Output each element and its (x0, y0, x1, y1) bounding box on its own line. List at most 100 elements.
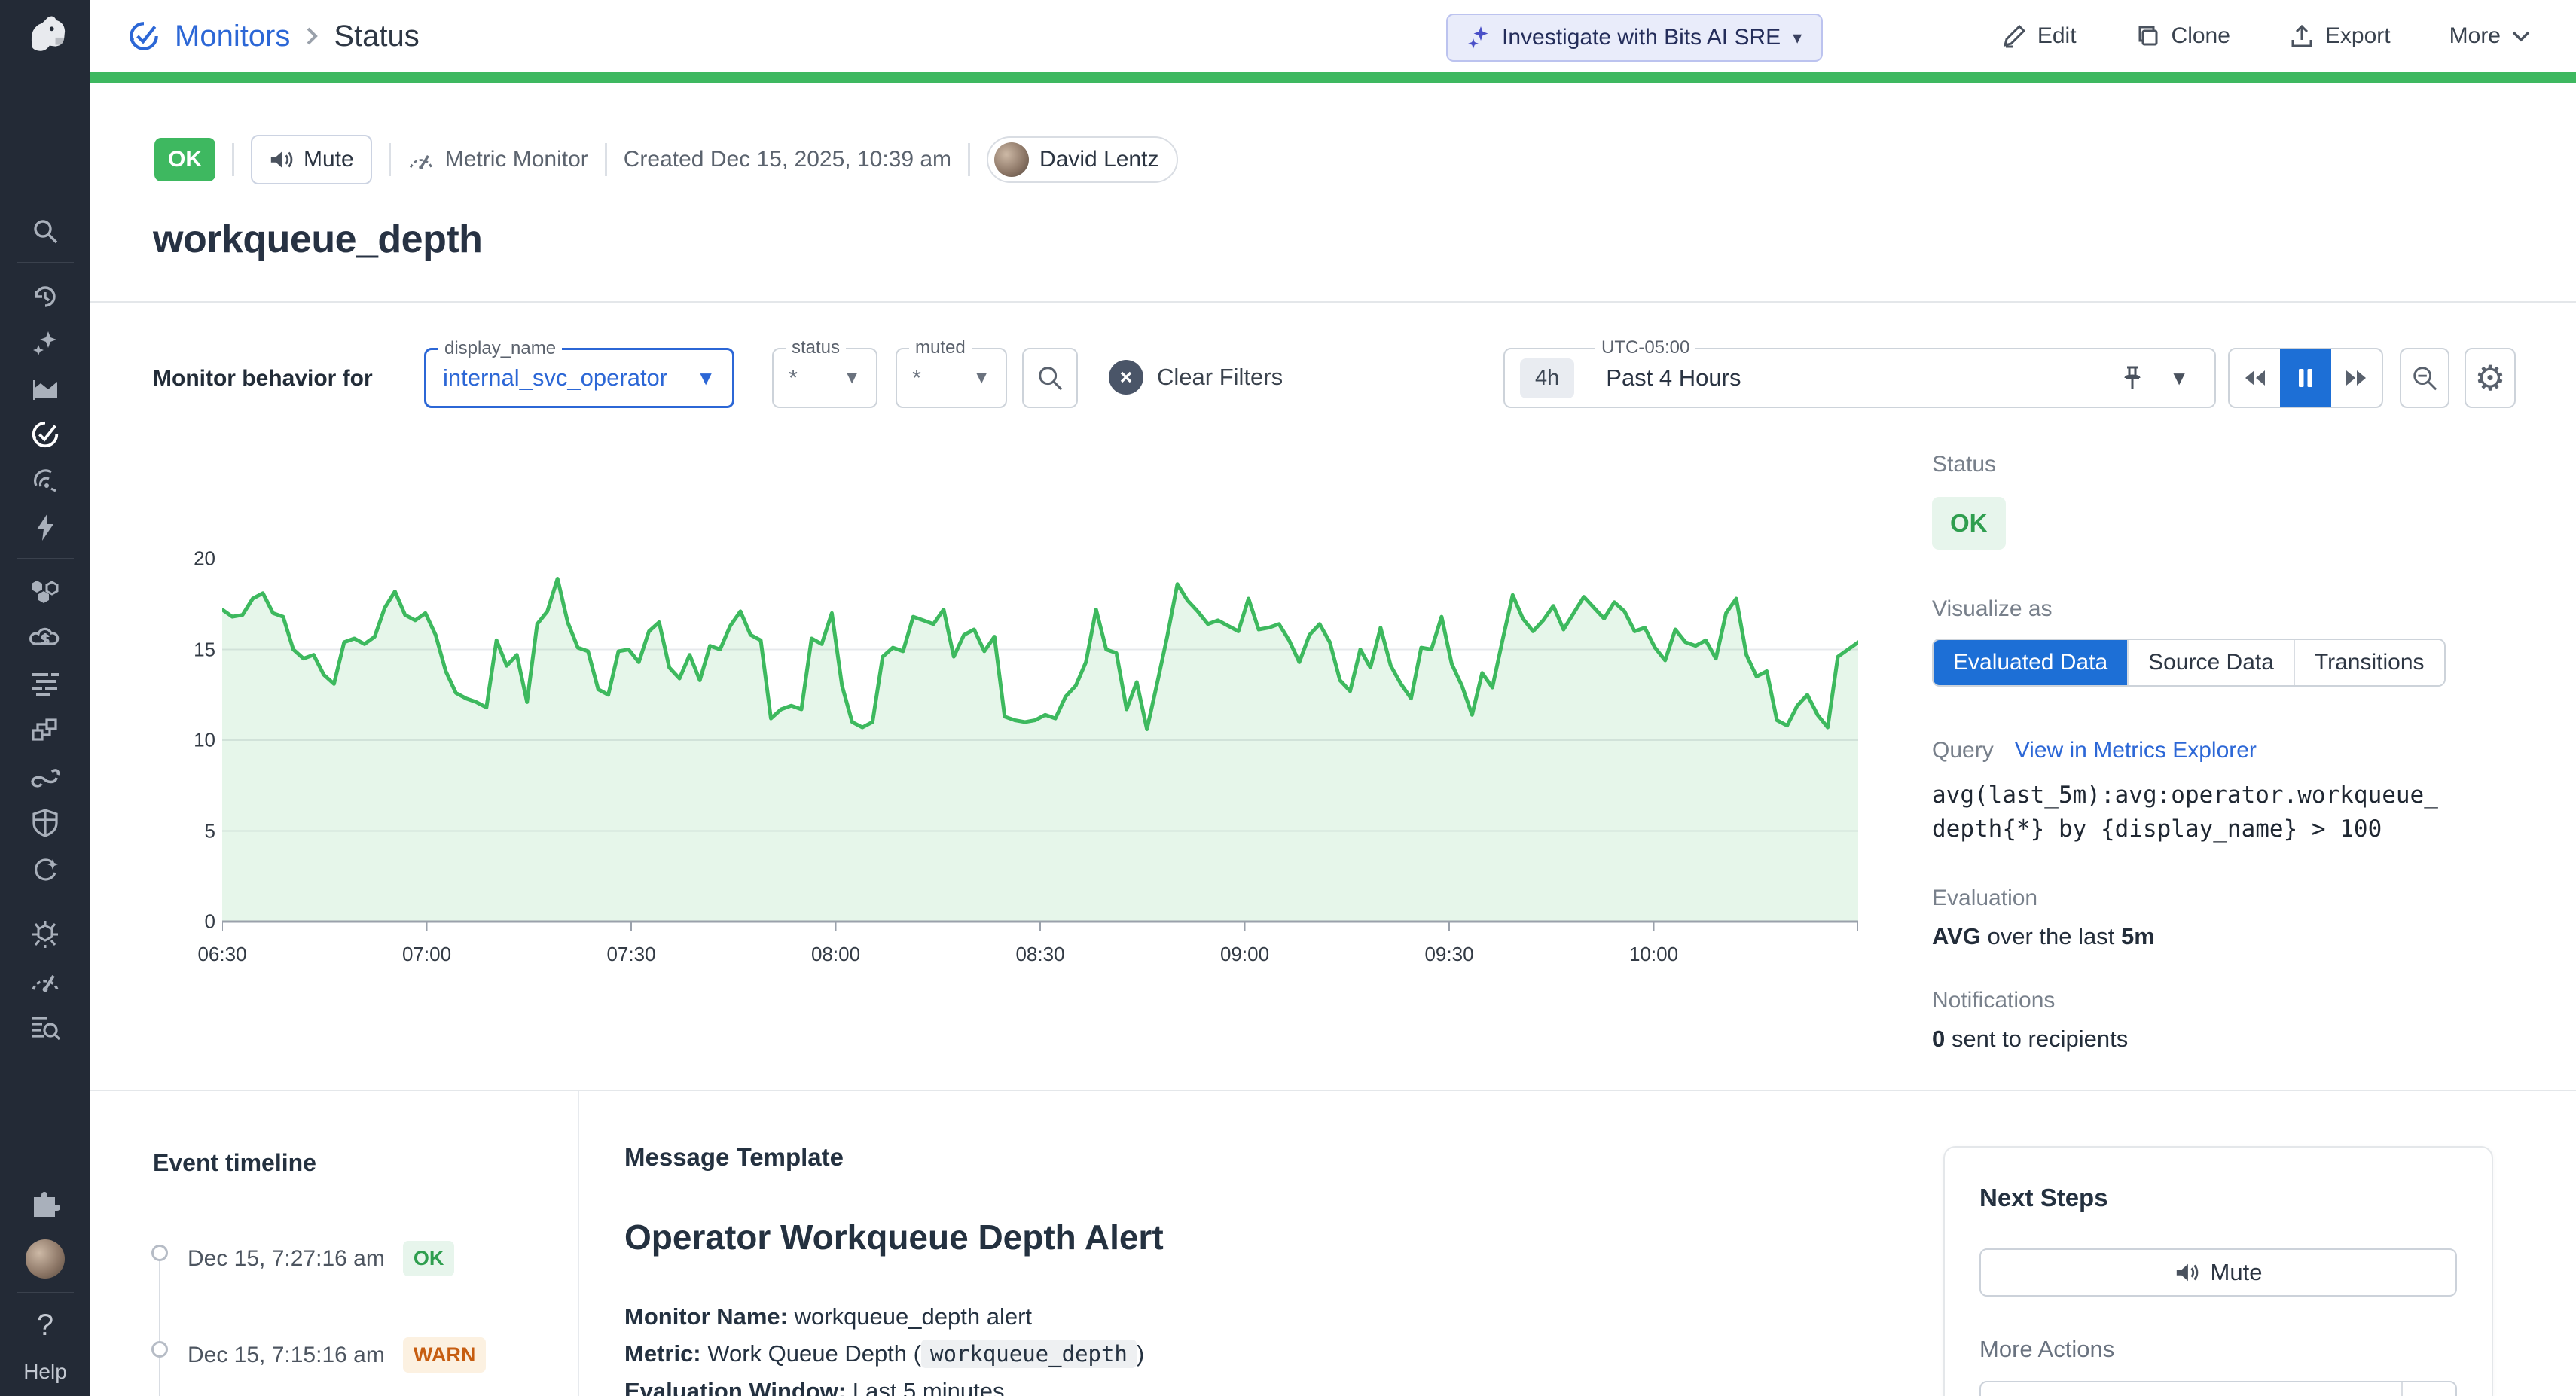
cloud-cost-icon[interactable] (29, 621, 62, 654)
bits-ai-sparkles-icon[interactable] (29, 327, 62, 360)
gauge-icon (407, 148, 435, 172)
section-divider (90, 301, 2576, 303)
log-explorer-icon[interactable] (29, 1010, 62, 1044)
metric-code: workqueue_depth (921, 1340, 1137, 1368)
tab-source-data[interactable]: Source Data (2127, 640, 2294, 685)
display-name-select[interactable]: display_name internal_svc_operator ▼ (424, 348, 734, 408)
metrics-icon[interactable] (29, 373, 62, 406)
y-tick-label: 15 (194, 638, 215, 661)
timeline-event[interactable]: Dec 15, 7:27:16 am OK (188, 1241, 454, 1276)
sidebar-divider (17, 262, 74, 263)
timeline-event[interactable]: Dec 15, 7:15:16 am WARN (188, 1337, 486, 1373)
divider (605, 143, 607, 176)
backward-button[interactable] (2230, 349, 2280, 407)
caret-down-icon[interactable]: ▼ (2169, 367, 2189, 390)
infrastructure-icon[interactable] (29, 575, 62, 608)
help-icon[interactable]: ? (0, 1309, 90, 1343)
monitor-chart[interactable] (222, 559, 1858, 937)
chart-x-axis: 06:3007:0007:3008:0008:3009:0009:3010:00 (222, 934, 1858, 964)
investigate-with-bits-ai-button[interactable]: Investigate with Bits AI SRE ▾ (1446, 14, 1823, 62)
breadcrumb-status: Status (334, 20, 419, 53)
x-tick-label: 09:00 (1220, 934, 1269, 966)
event-status-badge: OK (403, 1241, 455, 1276)
timeline-line (159, 1253, 160, 1396)
created-date: Created Dec 15, 2025, 10:39 am (624, 147, 951, 172)
divider (968, 143, 970, 176)
caret-down-icon[interactable]: ▼ (2401, 1382, 2455, 1396)
status-filter-select[interactable]: status * ▼ (772, 348, 877, 408)
duration-chip[interactable]: 4h (1520, 358, 1574, 398)
monitor-name-row: Monitor Name: workqueue_depth alert (624, 1298, 1845, 1335)
x-tick-label: 09:30 (1424, 934, 1473, 966)
sparkle-icon (1467, 25, 1490, 50)
user-avatar[interactable] (26, 1239, 65, 1279)
watchdog-icon[interactable] (29, 465, 62, 498)
integrations-puzzle-icon[interactable] (29, 1187, 62, 1220)
export-button[interactable]: Export (2289, 23, 2391, 49)
tab-transitions[interactable]: Transitions (2294, 640, 2444, 685)
status-value-badge: OK (1932, 497, 2006, 550)
zoom-out-button[interactable] (2400, 348, 2449, 408)
muted-filter-select[interactable]: muted * ▼ (896, 348, 1007, 408)
copy-icon (2135, 23, 2161, 49)
speaker-icon (2175, 1261, 2199, 1284)
monitor-title: workqueue_depth (153, 217, 482, 262)
pin-icon[interactable] (2121, 364, 2144, 393)
top-actions: Edit Clone Export More (2001, 0, 2531, 72)
sidebar-divider (17, 1292, 74, 1293)
logs-icon[interactable] (29, 667, 62, 700)
caret-down-icon: ▼ (696, 367, 716, 390)
settings-button[interactable]: ⚙ (2465, 348, 2516, 408)
caret-down-icon: ▼ (843, 367, 861, 389)
next-steps-card: Next Steps Mute More Actions Declare Inc… (1943, 1146, 2493, 1396)
clone-button[interactable]: Clone (2135, 23, 2230, 49)
apm-icon[interactable] (29, 714, 62, 747)
mute-button[interactable]: Mute (251, 135, 372, 184)
monitor-details-panel: Status OK Visualize as Evaluated Data So… (1932, 452, 2527, 1053)
help-label[interactable]: Help (0, 1360, 90, 1384)
search-icon[interactable] (29, 215, 62, 248)
more-button[interactable]: More (2449, 23, 2531, 49)
event-timeline-title: Event timeline (153, 1149, 316, 1177)
declare-incident-button[interactable]: Declare Incident ▼ (1979, 1381, 2457, 1396)
alert-heading: Operator Workqueue Depth Alert (624, 1217, 1845, 1257)
clear-filters-button[interactable]: Clear Filters (1109, 360, 1283, 395)
section-divider (90, 1090, 2576, 1091)
x-tick-label: 08:00 (811, 934, 860, 966)
monitor-type: Metric Monitor (407, 147, 588, 172)
speaker-icon (269, 148, 293, 171)
datadog-logo[interactable] (0, 0, 90, 72)
edit-button[interactable]: Edit (2001, 23, 2077, 49)
event-time: Dec 15, 7:27:16 am (188, 1246, 385, 1272)
recent-history-icon[interactable] (29, 280, 62, 313)
metrics-explorer-link[interactable]: View in Metrics Explorer (2015, 738, 2257, 764)
service-management-icon[interactable] (29, 853, 62, 886)
timeline-dot (151, 1245, 168, 1261)
export-icon (2289, 23, 2315, 49)
pause-button[interactable] (2280, 349, 2330, 407)
sidebar-divider (17, 558, 74, 559)
filter-search-button[interactable] (1022, 348, 1078, 408)
ci-pipelines-icon[interactable] (29, 760, 62, 794)
metric-row: Metric: Work Queue Depth (workqueue_dept… (624, 1335, 1845, 1373)
metric-monitors-gauge-icon[interactable] (29, 964, 62, 997)
monitors-icon[interactable] (29, 418, 62, 451)
status-green-bar (90, 72, 2576, 83)
message-template-section: Message Template Operator Workqueue Dept… (624, 1143, 1845, 1396)
tab-evaluated-data[interactable]: Evaluated Data (1934, 640, 2127, 685)
monitors-breadcrumb-icon (127, 19, 161, 53)
security-icon[interactable] (29, 806, 62, 840)
mute-action-button[interactable]: Mute (1979, 1248, 2457, 1297)
quick-actions-bolt-icon[interactable] (29, 511, 62, 544)
evaluation-label: Evaluation (1932, 885, 2527, 911)
time-range-select[interactable]: UTC-05:00 4h Past 4 Hours ▼ (1503, 348, 2216, 408)
error-tracking-icon[interactable] (29, 918, 62, 951)
monitor-meta-row: OK Mute Metric Monitor Created Dec 15, 2… (154, 134, 1178, 185)
status-filter-legend: status (786, 337, 846, 358)
author-pill[interactable]: David Lentz (987, 136, 1178, 183)
more-actions-label: More Actions (1979, 1336, 2457, 1363)
chevron-down-icon (2511, 29, 2531, 43)
display-name-legend: display_name (438, 338, 562, 359)
forward-button[interactable] (2331, 349, 2382, 407)
breadcrumb-monitors-link[interactable]: Monitors (175, 20, 290, 53)
